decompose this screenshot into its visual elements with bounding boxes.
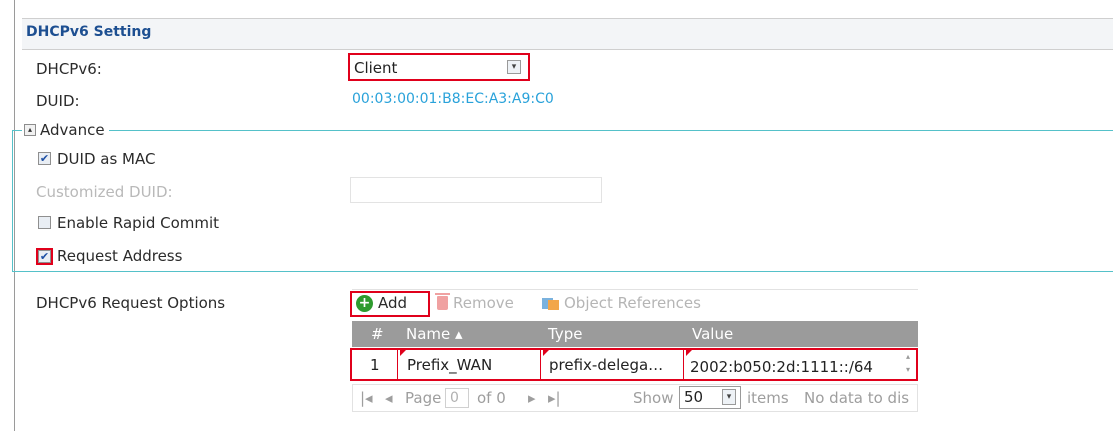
row-divider	[683, 350, 684, 379]
advance-legend-label: Advance	[40, 121, 105, 139]
enable-rapid-commit-label: Enable Rapid Commit	[57, 214, 220, 232]
chevron-down-icon[interactable]: ▾	[722, 389, 736, 405]
page-label: Page	[405, 389, 442, 407]
column-header-type[interactable]: Type	[548, 325, 582, 343]
cell-name: Prefix_WAN	[407, 356, 493, 374]
page-input[interactable]: 0	[445, 388, 469, 408]
customized-duid-input[interactable]	[350, 177, 602, 203]
cell-value[interactable]: 2002:b050:2d:1111::/64	[690, 358, 873, 376]
dhcpv6-select-value: Client	[354, 59, 398, 77]
page-of-label: of 0	[477, 389, 506, 407]
column-header-num[interactable]: #	[371, 325, 384, 343]
request-address-highlight	[36, 248, 53, 265]
plus-icon: +	[356, 294, 373, 312]
request-address-label: Request Address	[57, 247, 183, 265]
add-button[interactable]: + Add	[356, 294, 407, 312]
trash-icon	[435, 293, 450, 310]
remove-label: Remove	[453, 294, 514, 312]
duid-label: DUID:	[36, 92, 80, 110]
spinner-icon[interactable]: ▴ ▾	[902, 350, 914, 378]
duid-as-mac-label: DUID as MAC	[57, 150, 156, 168]
row-divider	[397, 350, 398, 379]
advance-legend: ▴ Advance	[22, 121, 109, 139]
column-header-name[interactable]: Name ▴	[406, 325, 463, 343]
object-references-label: Object References	[564, 294, 701, 312]
customized-duid-label: Customized DUID:	[36, 183, 173, 201]
edited-marker	[400, 350, 406, 356]
chevron-down-icon[interactable]: ▾	[507, 60, 521, 74]
request-options-label: DHCPv6 Request Options	[36, 294, 226, 312]
duid-as-mac-checkbox[interactable]: ✔	[38, 152, 51, 165]
column-header-value[interactable]: Value	[692, 325, 733, 343]
enable-rapid-commit-checkbox[interactable]	[38, 216, 51, 229]
duid-value: 00:03:00:01:B8:EC:A3:A9:C0	[352, 91, 554, 107]
object-references-icon	[542, 296, 559, 310]
no-data-label: No data to dis	[804, 389, 910, 407]
edited-marker	[686, 350, 692, 356]
row-divider	[540, 350, 541, 379]
prev-page-icon[interactable]: ◂	[385, 389, 393, 407]
next-page-icon[interactable]: ▸	[528, 389, 536, 407]
show-select-value: 50	[684, 388, 704, 406]
object-references-button[interactable]: Object References	[542, 294, 701, 312]
show-label: Show	[633, 389, 674, 407]
first-page-icon[interactable]: |◂	[360, 389, 373, 407]
section-title: DHCPv6 Setting	[26, 24, 152, 40]
remove-button[interactable]: Remove	[435, 293, 514, 312]
cell-type: prefix-delega…	[549, 356, 664, 374]
collapse-icon[interactable]: ▴	[24, 124, 36, 136]
dhcpv6-label: DHCPv6:	[36, 60, 102, 78]
cell-num: 1	[370, 356, 380, 374]
add-label: Add	[378, 294, 408, 312]
last-page-icon[interactable]: ▸|	[548, 389, 561, 407]
items-label: items	[747, 389, 789, 407]
section-header	[22, 18, 1113, 50]
